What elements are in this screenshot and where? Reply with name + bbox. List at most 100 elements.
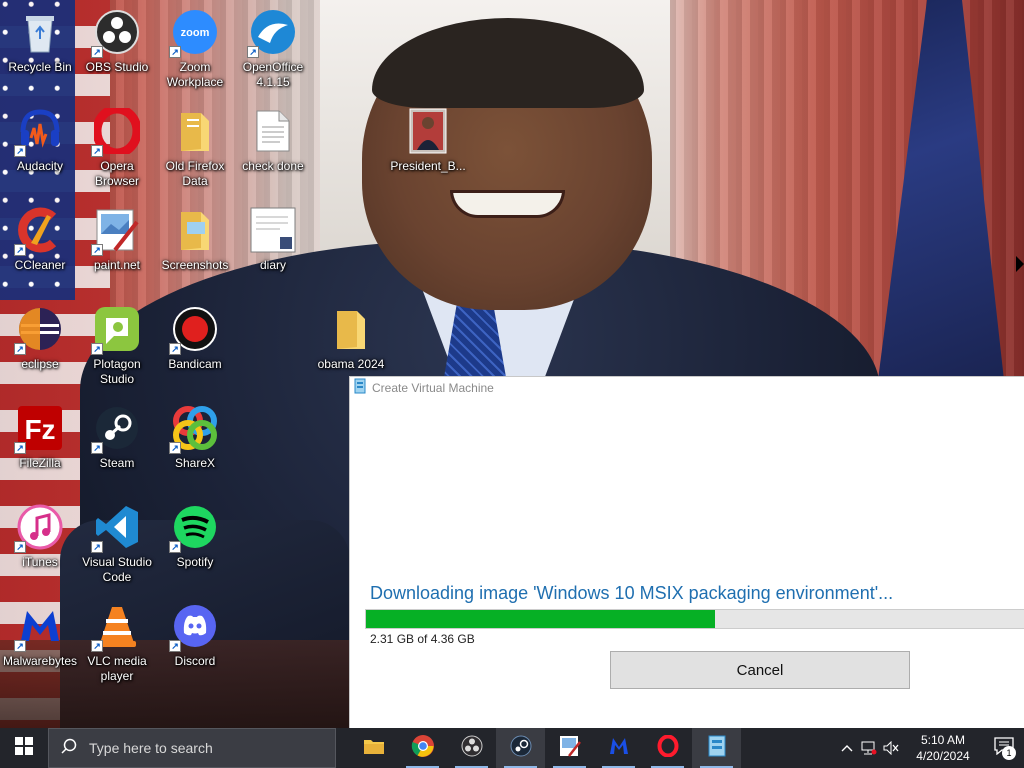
desktop-icon-label: check done — [242, 159, 304, 173]
taskbar-app-hyperv-quick-create[interactable] — [692, 728, 741, 768]
ccleaner-icon: ↗ — [14, 206, 64, 256]
steam-icon — [510, 735, 532, 762]
desktop-icon-malwarebytes[interactable]: ↗ Malwarebytes — [0, 598, 80, 694]
volume-muted-icon[interactable] — [880, 728, 902, 768]
shortcut-arrow-icon: ↗ — [14, 343, 26, 355]
paint-net-icon — [559, 735, 581, 762]
shortcut-arrow-icon: ↗ — [169, 640, 181, 652]
desktop-icon-bandicam[interactable]: ↗ Bandicam — [155, 301, 235, 397]
desktop-icon-label: Bandicam — [168, 357, 222, 371]
desktop-icon-openoffice[interactable]: ↗ OpenOffice 4.1.15 — [233, 4, 313, 100]
taskbar-app-paint-net[interactable] — [545, 728, 594, 768]
shortcut-arrow-icon: ↗ — [169, 343, 181, 355]
taskbar-search-box[interactable] — [48, 728, 336, 768]
desktop-icon-label: Plotagon Studio — [93, 357, 141, 386]
chrome-icon — [411, 734, 435, 763]
shortcut-arrow-icon: ↗ — [14, 244, 26, 256]
folder-icon — [171, 107, 219, 155]
spotify-icon: ↗ — [169, 503, 219, 553]
zoom-icon: zoom ↗ — [169, 8, 219, 58]
taskbar-app-opera[interactable] — [643, 728, 692, 768]
vscode-icon: ↗ — [91, 503, 141, 553]
desktop-icon-plotagon[interactable]: ↗ Plotagon Studio — [77, 301, 157, 397]
desktop-icon-steam[interactable]: ↗ Steam — [77, 400, 157, 496]
dialog-titlebar[interactable]: Create Virtual Machine — [350, 377, 1024, 399]
desktop-icon-vlc[interactable]: ↗ VLC media player — [77, 598, 157, 694]
bandicam-icon: ↗ — [169, 305, 219, 355]
desktop-icon-eclipse[interactable]: ↗ eclipse — [0, 301, 80, 397]
desktop-icon-label: FileZilla — [19, 456, 61, 470]
taskbar-app-malwarebytes[interactable] — [594, 728, 643, 768]
shortcut-arrow-icon: ↗ — [91, 442, 103, 454]
action-center-button[interactable]: 1 — [984, 728, 1024, 768]
svg-text:zoom: zoom — [181, 27, 210, 39]
desktop-icon-label: OpenOffice 4.1.15 — [242, 60, 304, 89]
desktop-icon-paint-net[interactable]: ↗ paint.net — [77, 202, 157, 298]
desktop-icon-vscode[interactable]: ↗ Visual Studio Code — [77, 499, 157, 595]
desktop-icon-sharex[interactable]: ↗ ShareX — [155, 400, 235, 496]
shortcut-arrow-icon: ↗ — [91, 541, 103, 553]
shortcut-arrow-icon: ↗ — [14, 640, 26, 652]
desktop-icon-obs-studio[interactable]: ↗ OBS Studio — [77, 4, 157, 100]
malwarebytes-icon — [608, 735, 630, 762]
desktop-icon-label: Spotify — [176, 555, 214, 569]
eclipse-icon: ↗ — [14, 305, 64, 355]
shortcut-arrow-icon: ↗ — [14, 442, 26, 454]
taskbar-app-chrome[interactable] — [398, 728, 447, 768]
taskbar-clock[interactable]: 5:10 AM 4/20/2024 — [902, 728, 984, 768]
desktop-icon-spotify[interactable]: ↗ Spotify — [155, 499, 235, 595]
search-input[interactable] — [89, 740, 289, 756]
desktop-icon-ccleaner[interactable]: ↗ CCleaner — [0, 202, 80, 298]
discord-icon: ↗ — [169, 602, 219, 652]
obs-studio-icon — [461, 735, 483, 762]
paint-net-icon: ↗ — [91, 206, 141, 256]
desktop-icon-label: CCleaner — [14, 258, 66, 272]
network-icon[interactable] — [858, 728, 880, 768]
notification-count-badge: 1 — [1002, 746, 1016, 760]
desktop-icon-old-firefox-data[interactable]: Old Firefox Data — [155, 103, 235, 199]
desktop-icon-recycle-bin[interactable]: Recycle Bin — [0, 4, 80, 100]
desktop-icon-label: Discord — [174, 654, 216, 668]
desktop-icon-opera[interactable]: ↗ Opera Browser — [77, 103, 157, 199]
shortcut-arrow-icon: ↗ — [91, 46, 103, 58]
download-status-text: Downloading image 'Windows 10 MSIX packa… — [370, 583, 894, 603]
shortcut-arrow-icon: ↗ — [169, 541, 181, 553]
audacity-icon: ↗ — [14, 107, 64, 157]
download-size-text: 2.31 GB of 4.36 GB — [370, 632, 475, 646]
shortcut-arrow-icon: ↗ — [247, 46, 259, 58]
desktop-icon-label: Old Firefox Data — [165, 159, 225, 188]
desktop-icon-label: Steam — [99, 456, 135, 470]
desktop-icon-audacity[interactable]: ↗ Audacity — [0, 103, 80, 199]
malwarebytes-icon: ↗ — [14, 602, 64, 652]
desktop-icon-filezilla[interactable]: Fz ↗ FileZilla — [0, 400, 80, 496]
desktop-icon-label: Malwarebytes — [2, 654, 78, 668]
start-button[interactable] — [0, 728, 48, 768]
shortcut-arrow-icon: ↗ — [14, 541, 26, 553]
cancel-button[interactable]: Cancel — [610, 651, 910, 689]
image-file-icon — [404, 107, 452, 155]
text-file-icon — [249, 107, 297, 155]
steam-icon: ↗ — [91, 404, 141, 454]
desktop-icon-label: eclipse — [21, 357, 59, 371]
file-explorer-icon — [363, 737, 385, 760]
taskbar-app-file-explorer[interactable] — [349, 728, 398, 768]
shortcut-arrow-icon: ↗ — [91, 343, 103, 355]
shortcut-arrow-icon: ↗ — [91, 145, 103, 157]
taskbar-app-steam[interactable] — [496, 728, 545, 768]
desktop-icon-discord[interactable]: ↗ Discord — [155, 598, 235, 694]
desktop-icon-itunes[interactable]: ↗ iTunes — [0, 499, 80, 595]
desktop-icon-label: paint.net — [93, 258, 141, 272]
desktop-icon-check-done[interactable]: check done — [233, 103, 313, 199]
desktop-icon-label: Audacity — [16, 159, 64, 173]
svg-text:Fz: Fz — [24, 414, 55, 445]
itunes-icon: ↗ — [14, 503, 64, 553]
desktop-icon-diary[interactable]: diary — [233, 202, 313, 298]
desktop-icon-zoom[interactable]: zoom ↗ Zoom Workplace — [155, 4, 235, 100]
opera-icon — [657, 734, 679, 762]
opera-icon: ↗ — [91, 107, 141, 157]
taskbar-app-obs-studio[interactable] — [447, 728, 496, 768]
desktop-icon-label: OBS Studio — [85, 60, 149, 74]
desktop-icon-screenshots[interactable]: Screenshots — [155, 202, 235, 298]
desktop-icon-president-image[interactable]: President_B... — [388, 103, 468, 199]
show-hidden-icons-chevron-up-icon[interactable] — [836, 728, 858, 768]
